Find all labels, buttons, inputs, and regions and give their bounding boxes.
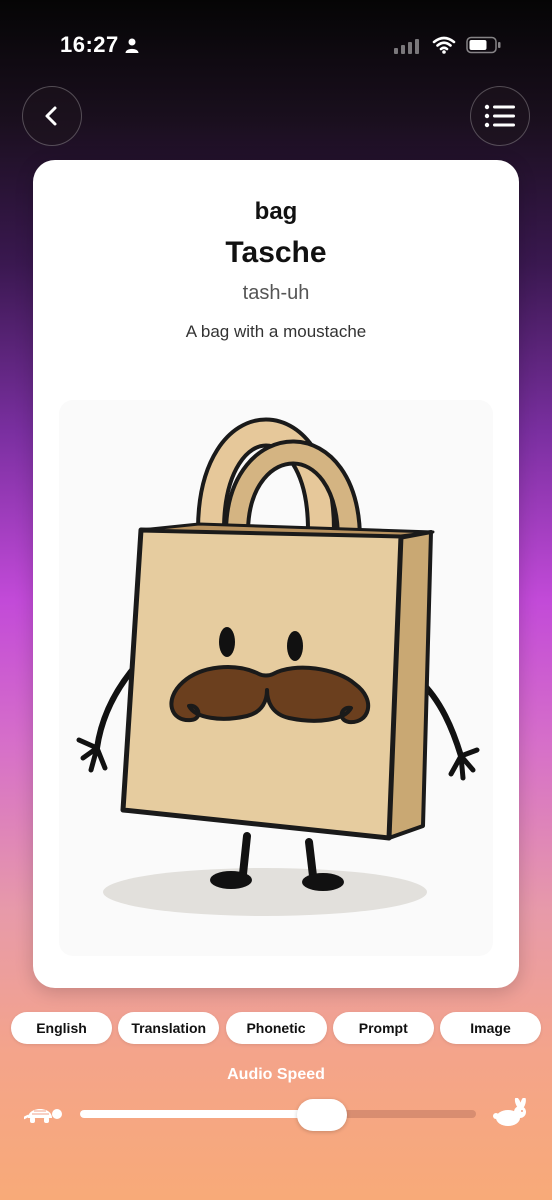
turtle-icon (24, 1109, 62, 1123)
back-button[interactable] (22, 86, 82, 146)
list-icon (484, 104, 515, 128)
wifi-icon (432, 36, 456, 54)
chevron-left-icon (45, 106, 57, 126)
signal-icon (394, 38, 419, 54)
rabbit-icon (493, 1098, 526, 1126)
toggle-translation[interactable]: Translation (118, 1012, 220, 1044)
status-time: 16:27 (60, 32, 119, 57)
bag-illustration (76, 417, 480, 916)
toggle-prompt[interactable]: Prompt (332, 1012, 434, 1044)
menu-button[interactable] (470, 86, 530, 146)
flashcard-image (59, 400, 493, 956)
audio-speed-track[interactable] (80, 1110, 476, 1118)
toggle-bar: English Translation Phonetic Prompt Imag… (11, 1012, 541, 1044)
battery-icon (466, 36, 501, 54)
prompt-text: A bag with a moustache (185, 322, 367, 341)
toggle-image[interactable]: Image (440, 1012, 541, 1044)
phonetic-text: tash-uh (242, 282, 310, 304)
status-bar: 16:27 (0, 30, 552, 64)
toggle-english[interactable]: English (11, 1012, 112, 1044)
english-word: bag (254, 198, 298, 225)
audio-speed-thumb[interactable] (296, 1099, 347, 1131)
audio-speed-label: Audio Speed (227, 1066, 325, 1083)
toggle-phonetic[interactable]: Phonetic (225, 1012, 327, 1044)
flashcard[interactable]: bag Tasche tash-uh A bag with a moustach… (33, 160, 519, 988)
person-icon (125, 38, 139, 53)
audio-speed-fill (80, 1110, 322, 1118)
translation-word: Tasche (225, 236, 327, 269)
